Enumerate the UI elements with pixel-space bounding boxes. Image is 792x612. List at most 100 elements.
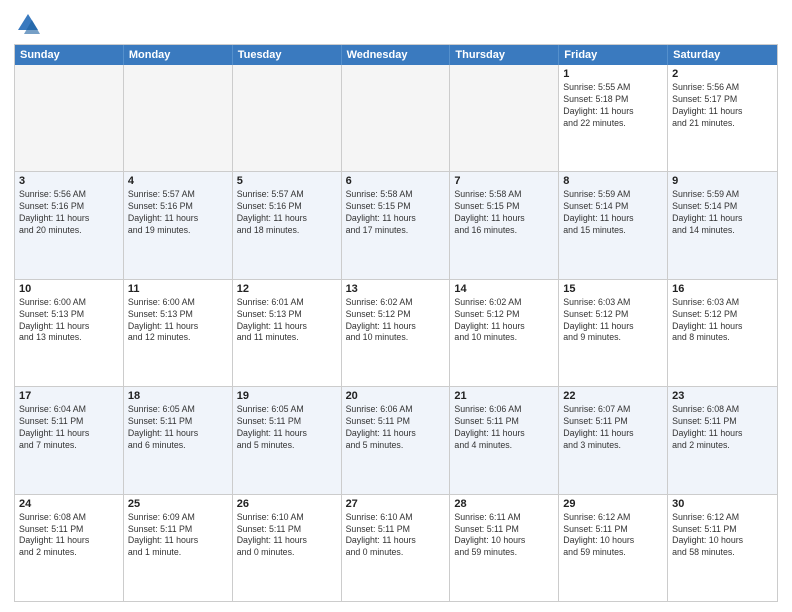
logo-icon	[14, 10, 42, 38]
calendar-cell-r1-c5: 8 Sunrise: 5:59 AMSunset: 5:14 PMDaylight…	[559, 172, 668, 278]
calendar-cell-r1-c0: 3 Sunrise: 5:56 AMSunset: 5:16 PMDaylight…	[15, 172, 124, 278]
calendar-cell-r4-c0: 24 Sunrise: 6:08 AMSunset: 5:11 PMDayligh…	[15, 495, 124, 601]
page: SundayMondayTuesdayWednesdayThursdayFrid…	[0, 0, 792, 612]
day-number-24: 24	[19, 498, 119, 510]
calendar-cell-r3-c2: 19 Sunrise: 6:05 AMSunset: 5:11 PMDayligh…	[233, 387, 342, 493]
calendar-cell-r3-c3: 20 Sunrise: 6:06 AMSunset: 5:11 PMDayligh…	[342, 387, 451, 493]
cell-text-14: Sunrise: 6:02 AMSunset: 5:12 PMDaylight:…	[454, 297, 554, 345]
cell-text-26: Sunrise: 6:10 AMSunset: 5:11 PMDaylight:…	[237, 512, 337, 560]
day-number-22: 22	[563, 390, 663, 402]
cell-text-19: Sunrise: 6:05 AMSunset: 5:11 PMDaylight:…	[237, 404, 337, 452]
calendar-cell-r1-c4: 7Sunrise: 5:58 AMSunset: 5:15 PMDaylight…	[450, 172, 559, 278]
calendar-cell-r1-c1: 4 Sunrise: 5:57 AMSunset: 5:16 PMDaylight…	[124, 172, 233, 278]
day-number-10: 10	[19, 283, 119, 295]
calendar-body: 1 Sunrise: 5:55 AMSunset: 5:18 PMDaylight…	[15, 65, 777, 601]
calendar-cell-r2-c6: 16 Sunrise: 6:03 AMSunset: 5:12 PMDayligh…	[668, 280, 777, 386]
calendar-cell-r4-c5: 29 Sunrise: 6:12 AMSunset: 5:11 PMDayligh…	[559, 495, 668, 601]
cell-text-17: Sunrise: 6:04 AMSunset: 5:11 PMDaylight:…	[19, 404, 119, 452]
cell-text-16: Sunrise: 6:03 AMSunset: 5:12 PMDaylight:…	[672, 297, 773, 345]
day-number-12: 12	[237, 283, 337, 295]
calendar-cell-r2-c0: 10 Sunrise: 6:00 AMSunset: 5:13 PMDayligh…	[15, 280, 124, 386]
cell-text-21: Sunrise: 6:06 AMSunset: 5:11 PMDaylight:…	[454, 404, 554, 452]
cell-text-22: Sunrise: 6:07 AMSunset: 5:11 PMDaylight:…	[563, 404, 663, 452]
day-number-14: 14	[454, 283, 554, 295]
cell-text-4: Sunrise: 5:57 AMSunset: 5:16 PMDaylight:…	[128, 189, 228, 237]
day-number-16: 16	[672, 283, 773, 295]
cell-text-12: Sunrise: 6:01 AMSunset: 5:13 PMDaylight:…	[237, 297, 337, 345]
day-number-4: 4	[128, 175, 228, 187]
calendar-cell-r3-c4: 21 Sunrise: 6:06 AMSunset: 5:11 PMDayligh…	[450, 387, 559, 493]
header-cell-tuesday: Tuesday	[233, 45, 342, 65]
cell-text-18: Sunrise: 6:05 AMSunset: 5:11 PMDaylight:…	[128, 404, 228, 452]
day-number-27: 27	[346, 498, 446, 510]
day-number-19: 19	[237, 390, 337, 402]
cell-text-3: Sunrise: 5:56 AMSunset: 5:16 PMDaylight:…	[19, 189, 119, 237]
calendar-cell-r4-c6: 30 Sunrise: 6:12 AMSunset: 5:11 PMDayligh…	[668, 495, 777, 601]
day-number-18: 18	[128, 390, 228, 402]
cell-text-15: Sunrise: 6:03 AMSunset: 5:12 PMDaylight:…	[563, 297, 663, 345]
cell-text-10: Sunrise: 6:00 AMSunset: 5:13 PMDaylight:…	[19, 297, 119, 345]
calendar: SundayMondayTuesdayWednesdayThursdayFrid…	[14, 44, 778, 602]
calendar-cell-r4-c4: 28Sunrise: 6:11 AMSunset: 5:11 PMDayligh…	[450, 495, 559, 601]
header-cell-friday: Friday	[559, 45, 668, 65]
day-number-6: 6	[346, 175, 446, 187]
day-number-17: 17	[19, 390, 119, 402]
cell-text-5: Sunrise: 5:57 AMSunset: 5:16 PMDaylight:…	[237, 189, 337, 237]
cell-text-23: Sunrise: 6:08 AMSunset: 5:11 PMDaylight:…	[672, 404, 773, 452]
cell-text-6: Sunrise: 5:58 AMSunset: 5:15 PMDaylight:…	[346, 189, 446, 237]
day-number-23: 23	[672, 390, 773, 402]
cell-text-8: Sunrise: 5:59 AMSunset: 5:14 PMDaylight:…	[563, 189, 663, 237]
day-number-25: 25	[128, 498, 228, 510]
cell-text-2: Sunrise: 5:56 AMSunset: 5:17 PMDaylight:…	[672, 82, 773, 130]
cell-text-24: Sunrise: 6:08 AMSunset: 5:11 PMDaylight:…	[19, 512, 119, 560]
cell-text-1: Sunrise: 5:55 AMSunset: 5:18 PMDaylight:…	[563, 82, 663, 130]
calendar-row-4: 24 Sunrise: 6:08 AMSunset: 5:11 PMDayligh…	[15, 495, 777, 601]
day-number-21: 21	[454, 390, 554, 402]
day-number-5: 5	[237, 175, 337, 187]
day-number-11: 11	[128, 283, 228, 295]
day-number-7: 7	[454, 175, 554, 187]
cell-text-27: Sunrise: 6:10 AMSunset: 5:11 PMDaylight:…	[346, 512, 446, 560]
calendar-cell-r0-c5: 1 Sunrise: 5:55 AMSunset: 5:18 PMDaylight…	[559, 65, 668, 171]
calendar-cell-r3-c1: 18 Sunrise: 6:05 AMSunset: 5:11 PMDayligh…	[124, 387, 233, 493]
day-number-9: 9	[672, 175, 773, 187]
calendar-cell-r0-c3	[342, 65, 451, 171]
day-number-3: 3	[19, 175, 119, 187]
header-cell-thursday: Thursday	[450, 45, 559, 65]
header-cell-saturday: Saturday	[668, 45, 777, 65]
calendar-cell-r4-c2: 26 Sunrise: 6:10 AMSunset: 5:11 PMDayligh…	[233, 495, 342, 601]
cell-text-13: Sunrise: 6:02 AMSunset: 5:12 PMDaylight:…	[346, 297, 446, 345]
day-number-8: 8	[563, 175, 663, 187]
cell-text-20: Sunrise: 6:06 AMSunset: 5:11 PMDaylight:…	[346, 404, 446, 452]
calendar-cell-r1-c3: 6 Sunrise: 5:58 AMSunset: 5:15 PMDaylight…	[342, 172, 451, 278]
day-number-13: 13	[346, 283, 446, 295]
calendar-cell-r0-c2	[233, 65, 342, 171]
calendar-cell-r0-c0	[15, 65, 124, 171]
calendar-cell-r0-c6: 2Sunrise: 5:56 AMSunset: 5:17 PMDaylight…	[668, 65, 777, 171]
calendar-cell-r3-c6: 23 Sunrise: 6:08 AMSunset: 5:11 PMDayligh…	[668, 387, 777, 493]
calendar-cell-r2-c2: 12 Sunrise: 6:01 AMSunset: 5:13 PMDayligh…	[233, 280, 342, 386]
day-number-20: 20	[346, 390, 446, 402]
day-number-1: 1	[563, 68, 663, 80]
calendar-cell-r1-c6: 9 Sunrise: 5:59 AMSunset: 5:14 PMDaylight…	[668, 172, 777, 278]
header-cell-monday: Monday	[124, 45, 233, 65]
calendar-cell-r4-c1: 25 Sunrise: 6:09 AMSunset: 5:11 PMDayligh…	[124, 495, 233, 601]
cell-text-11: Sunrise: 6:00 AMSunset: 5:13 PMDaylight:…	[128, 297, 228, 345]
calendar-cell-r0-c4	[450, 65, 559, 171]
header-cell-sunday: Sunday	[15, 45, 124, 65]
calendar-cell-r3-c5: 22 Sunrise: 6:07 AMSunset: 5:11 PMDayligh…	[559, 387, 668, 493]
header-cell-wednesday: Wednesday	[342, 45, 451, 65]
cell-text-28: Sunrise: 6:11 AMSunset: 5:11 PMDaylight:…	[454, 512, 554, 560]
day-number-26: 26	[237, 498, 337, 510]
header	[14, 10, 778, 38]
cell-text-9: Sunrise: 5:59 AMSunset: 5:14 PMDaylight:…	[672, 189, 773, 237]
cell-text-25: Sunrise: 6:09 AMSunset: 5:11 PMDaylight:…	[128, 512, 228, 560]
cell-text-29: Sunrise: 6:12 AMSunset: 5:11 PMDaylight:…	[563, 512, 663, 560]
cell-text-30: Sunrise: 6:12 AMSunset: 5:11 PMDaylight:…	[672, 512, 773, 560]
day-number-15: 15	[563, 283, 663, 295]
day-number-30: 30	[672, 498, 773, 510]
day-number-29: 29	[563, 498, 663, 510]
logo	[14, 10, 46, 38]
calendar-cell-r2-c5: 15 Sunrise: 6:03 AMSunset: 5:12 PMDayligh…	[559, 280, 668, 386]
calendar-cell-r4-c3: 27 Sunrise: 6:10 AMSunset: 5:11 PMDayligh…	[342, 495, 451, 601]
